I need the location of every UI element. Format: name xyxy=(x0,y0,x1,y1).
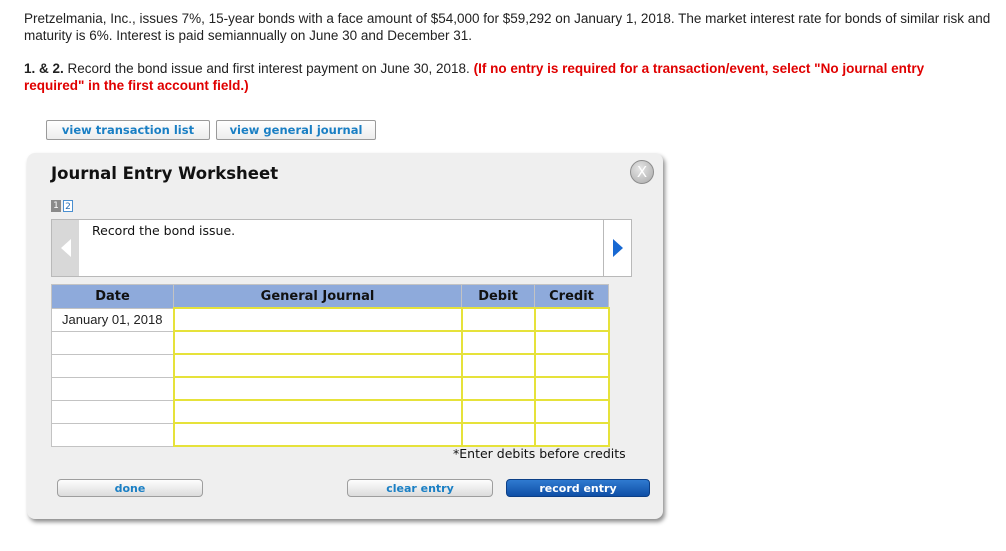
account-field-cell xyxy=(172,422,463,447)
problem-statement: Pretzelmania, Inc., issues 7%, 15-year b… xyxy=(24,11,991,43)
debit-column-header: Debit xyxy=(461,284,535,309)
date-cell xyxy=(51,399,174,424)
account-field[interactable] xyxy=(174,332,461,354)
instruction-number: 1. & 2. xyxy=(24,61,64,76)
credit-field-cell xyxy=(533,376,610,401)
debit-field[interactable] xyxy=(462,378,534,400)
debit-field[interactable] xyxy=(462,401,534,423)
account-field-cell xyxy=(172,307,463,332)
credit-field[interactable] xyxy=(535,424,608,446)
credit-field[interactable] xyxy=(535,355,608,377)
journal-entry-worksheet-panel: Journal Entry Worksheet X 1 2 Record the… xyxy=(27,153,663,519)
debit-field[interactable] xyxy=(462,309,534,331)
account-field-cell xyxy=(172,376,463,401)
date-cell xyxy=(51,422,174,447)
clear-entry-button[interactable]: clear entry xyxy=(347,479,493,497)
instructions: 1. & 2. Record the bond issue and first … xyxy=(24,60,984,94)
transaction-description: Record the bond issue. xyxy=(92,223,236,238)
date-cell xyxy=(51,330,174,355)
table-row xyxy=(51,376,610,401)
table-header-row: Date General Journal Debit Credit xyxy=(51,284,609,309)
debit-field-cell xyxy=(460,422,536,447)
credit-field[interactable] xyxy=(535,309,608,331)
previous-arrow-icon[interactable] xyxy=(52,220,79,276)
date-cell: January 01, 2018 xyxy=(51,307,174,332)
debit-field-cell xyxy=(460,307,536,332)
date-column-header: Date xyxy=(51,284,174,309)
table-row xyxy=(51,330,610,355)
credit-field[interactable] xyxy=(535,332,608,354)
credit-field-cell xyxy=(533,399,610,424)
credit-column-header: Credit xyxy=(534,284,609,309)
worksheet-pager: 1 2 xyxy=(51,200,73,212)
done-button[interactable]: done xyxy=(57,479,203,497)
general-journal-column-header: General Journal xyxy=(173,284,462,309)
view-transaction-list-button[interactable]: view transaction list xyxy=(46,120,210,140)
view-general-journal-button[interactable]: view general journal xyxy=(216,120,376,140)
account-field[interactable] xyxy=(174,424,461,446)
debits-before-credits-note: *Enter debits before credits xyxy=(453,446,626,461)
transaction-description-box: Record the bond issue. xyxy=(51,219,632,277)
account-field[interactable] xyxy=(174,309,461,331)
debit-field-cell xyxy=(460,330,536,355)
credit-field[interactable] xyxy=(535,401,608,423)
journal-entry-table: Date General Journal Debit Credit Januar… xyxy=(51,284,610,447)
table-row xyxy=(51,353,610,378)
table-row xyxy=(51,399,610,424)
instruction-text: Record the bond issue and first interest… xyxy=(67,61,470,76)
page-2-tab[interactable]: 2 xyxy=(63,200,73,212)
account-field[interactable] xyxy=(174,355,461,377)
account-field-cell xyxy=(172,330,463,355)
debit-field[interactable] xyxy=(462,355,534,377)
record-entry-button[interactable]: record entry xyxy=(506,479,650,497)
close-icon[interactable]: X xyxy=(630,160,654,184)
credit-field-cell xyxy=(533,330,610,355)
page-1-tab[interactable]: 1 xyxy=(51,200,61,212)
debit-field[interactable] xyxy=(462,424,534,446)
credit-field[interactable] xyxy=(535,378,608,400)
debit-field[interactable] xyxy=(462,332,534,354)
credit-field-cell xyxy=(533,353,610,378)
account-field-cell xyxy=(172,353,463,378)
credit-field-cell xyxy=(533,422,610,447)
account-field[interactable] xyxy=(174,401,461,423)
account-field-cell xyxy=(172,399,463,424)
worksheet-title: Journal Entry Worksheet xyxy=(51,164,279,183)
debit-field-cell xyxy=(460,399,536,424)
debit-field-cell xyxy=(460,376,536,401)
credit-field-cell xyxy=(533,307,610,332)
account-field[interactable] xyxy=(174,378,461,400)
table-row xyxy=(51,422,610,447)
date-cell xyxy=(51,376,174,401)
date-cell xyxy=(51,353,174,378)
next-arrow-icon[interactable] xyxy=(603,220,631,276)
table-row: January 01, 2018 xyxy=(51,307,610,332)
debit-field-cell xyxy=(460,353,536,378)
